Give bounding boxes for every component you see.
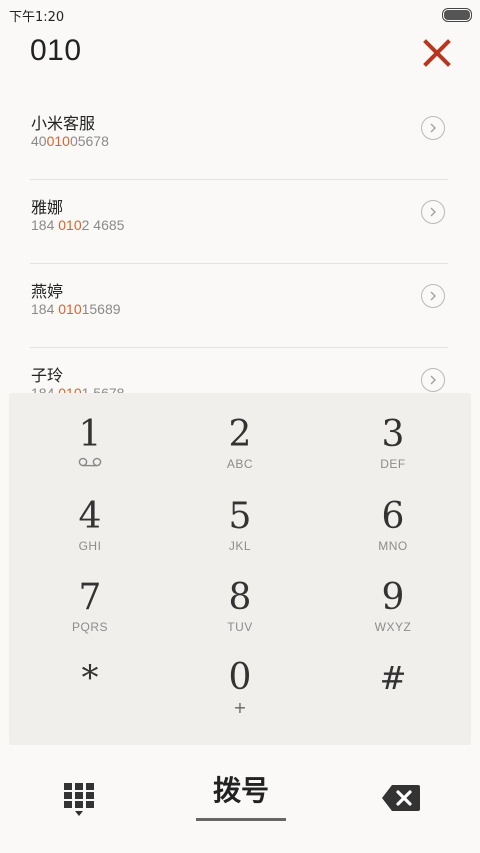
key-digit: 3 (381, 414, 405, 455)
key-digit: 5 (228, 496, 252, 537)
status-time: 下午1:20 (9, 10, 65, 25)
key-letters: WXYZ (374, 620, 412, 634)
backspace-icon (382, 785, 420, 811)
status-bar: 下午1:20 (0, 0, 480, 26)
key-2[interactable]: 2 ABC (163, 393, 317, 473)
key-star[interactable]: * (13, 636, 167, 716)
backspace-button[interactable] (380, 782, 422, 814)
result-row[interactable]: 雅娜 184 0102 4685 (30, 180, 448, 264)
contact-number: 184 0102 4685 (31, 217, 125, 233)
key-digit: 0 (228, 657, 252, 698)
dialpad-grid-icon (64, 783, 94, 816)
contact-name: 子玲 (31, 366, 64, 385)
dial-label: 拨号 (212, 774, 269, 807)
key-9[interactable]: 9 WXYZ (316, 556, 470, 636)
key-hash[interactable]: # (316, 636, 470, 716)
key-8[interactable]: 8 TUV (163, 556, 317, 636)
dial-button[interactable]: 拨号 (196, 769, 286, 821)
key-letters: PQRS (71, 620, 108, 634)
key-letters: DEF (380, 457, 406, 471)
contact-name: 燕婷 (31, 282, 64, 301)
key-digit: # (379, 659, 407, 697)
key-letters: + (233, 698, 247, 717)
contact-detail-button[interactable] (421, 284, 445, 308)
dial-keypad: 1 2 ABC 3 DEF 4 GHI 5 JKL 6 MNO 7 PQRS 8… (9, 393, 471, 745)
result-row[interactable]: 小米客服 4001005678 (30, 96, 448, 180)
key-letters: TUV (227, 620, 253, 634)
key-3[interactable]: 3 DEF (316, 393, 470, 473)
clear-button[interactable] (420, 36, 454, 70)
battery-icon (442, 8, 472, 22)
key-digit: 9 (381, 577, 405, 618)
contact-name: 小米客服 (31, 114, 96, 133)
key-5[interactable]: 5 JKL (163, 475, 317, 555)
toggle-keypad-button[interactable] (62, 781, 96, 821)
key-0[interactable]: 0 + (163, 636, 317, 718)
key-letters: MNO (378, 539, 408, 553)
chevron-right-circle-icon (430, 291, 436, 301)
key-letters: ABC (226, 457, 254, 471)
key-letters: JKL (228, 539, 252, 553)
key-digit: 8 (228, 577, 252, 618)
contact-number: 184 01015689 (31, 301, 121, 317)
contact-detail-button[interactable] (421, 368, 445, 392)
key-digit: * (81, 658, 99, 698)
chevron-right-circle-icon (430, 207, 436, 217)
close-x-icon (423, 39, 451, 67)
dial-query-display[interactable]: 010 (30, 34, 82, 68)
key-1[interactable]: 1 (13, 393, 167, 473)
key-letters: GHI (78, 539, 102, 553)
key-4[interactable]: 4 GHI (13, 475, 167, 555)
contact-number: 184 0101 5678 (31, 385, 125, 393)
chevron-right-circle-icon (430, 123, 436, 133)
key-digit: 2 (228, 414, 252, 455)
result-row[interactable]: 子玲 184 0101 5678 (30, 348, 448, 393)
search-results-list: 小米客服 4001005678 雅娜 184 0102 4685 燕婷 184 … (30, 96, 448, 393)
voicemail-icon (78, 457, 102, 467)
contact-detail-button[interactable] (421, 116, 445, 140)
key-digit: 7 (78, 577, 102, 618)
chevron-right-circle-icon (430, 375, 436, 385)
key-digit: 6 (381, 496, 405, 537)
contact-name: 雅娜 (31, 198, 64, 217)
key-digit: 1 (78, 414, 102, 455)
contact-number: 4001005678 (31, 133, 109, 149)
dial-underline (196, 818, 286, 821)
key-7[interactable]: 7 PQRS (13, 556, 167, 636)
bottom-bar: 拨号 (0, 745, 480, 853)
key-digit: 4 (78, 496, 102, 537)
contact-detail-button[interactable] (421, 200, 445, 224)
result-row[interactable]: 燕婷 184 01015689 (30, 264, 448, 348)
key-6[interactable]: 6 MNO (316, 475, 470, 555)
